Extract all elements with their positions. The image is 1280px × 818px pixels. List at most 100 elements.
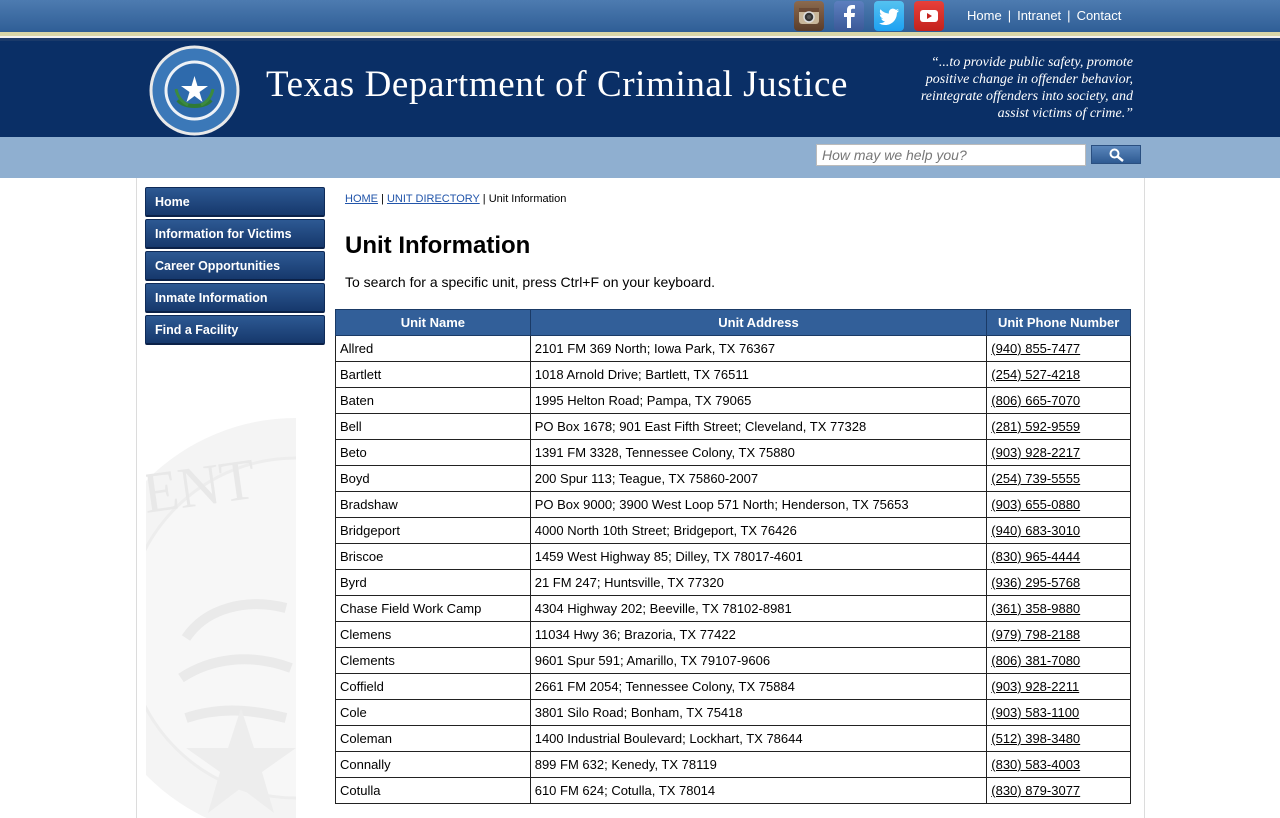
unit-name-cell: Bridgeport	[335, 517, 531, 544]
youtube-icon[interactable]	[914, 1, 944, 31]
table-row: Clements 9601 Spur 591; Amarillo, TX 7910…	[335, 647, 1131, 674]
table-row: Coffield 2661 FM 2054; Tennessee Colony, …	[335, 673, 1131, 700]
unit-address-cell: PO Box 9000; 3900 West Loop 571 North; H…	[529, 491, 988, 518]
sidebar-item-find-facility[interactable]: Find a Facility	[145, 315, 325, 345]
phone-link[interactable]: (281) 592-9559	[991, 419, 1080, 434]
unit-phone-cell: (903) 583-1100	[986, 699, 1131, 726]
unit-address-cell: PO Box 1678; 901 East Fifth Street; Clev…	[529, 413, 988, 440]
search-button[interactable]	[1091, 145, 1141, 164]
breadcrumb-separator: |	[381, 193, 384, 205]
phone-link[interactable]: (830) 583-4003	[991, 757, 1080, 772]
top-link-contact[interactable]: Contact	[1077, 8, 1122, 23]
unit-address-cell: 3801 Silo Road; Bonham, TX 75418	[529, 699, 988, 726]
unit-address-cell: 9601 Spur 591; Amarillo, TX 79107-9606	[529, 647, 988, 674]
phone-link[interactable]: (936) 295-5768	[991, 575, 1080, 590]
agency-seal-icon[interactable]	[148, 44, 241, 137]
unit-phone-cell: (936) 295-5768	[986, 569, 1131, 596]
unit-name-cell: Clemens	[335, 621, 531, 648]
unit-phone-cell: (830) 965-4444	[986, 543, 1131, 570]
unit-phone-cell: (806) 665-7070	[986, 387, 1131, 414]
column-header-unit-name: Unit Name	[335, 309, 531, 336]
column-header-unit-address: Unit Address	[529, 309, 988, 336]
unit-phone-cell: (940) 683-3010	[986, 517, 1131, 544]
magnifier-icon	[1109, 148, 1124, 162]
unit-name-cell: Coleman	[335, 725, 531, 752]
breadcrumb-home-link[interactable]: HOME	[345, 193, 378, 205]
sidebar-item-victims[interactable]: Information for Victims	[145, 219, 325, 249]
phone-link[interactable]: (903) 928-2217	[991, 445, 1080, 460]
unit-address-cell: 899 FM 632; Kenedy, TX 78119	[529, 751, 988, 778]
phone-link[interactable]: (254) 527-4218	[991, 367, 1080, 382]
header-divider	[0, 32, 1280, 41]
unit-phone-cell: (512) 398-3480	[986, 725, 1131, 752]
phone-link[interactable]: (979) 798-2188	[991, 627, 1080, 642]
table-row: Bradshaw PO Box 9000; 3900 West Loop 571 …	[335, 491, 1131, 518]
breadcrumb: HOME | UNIT DIRECTORY | Unit Information	[345, 193, 566, 205]
unit-address-cell: 21 FM 247; Huntsville, TX 77320	[529, 569, 988, 596]
unit-name-cell: Bartlett	[335, 361, 531, 388]
unit-address-cell: 2661 FM 2054; Tennessee Colony, TX 75884	[529, 673, 988, 700]
unit-address-cell: 4000 North 10th Street; Bridgeport, TX 7…	[529, 517, 988, 544]
phone-link[interactable]: (830) 965-4444	[991, 549, 1080, 564]
table-row: Bridgeport 4000 North 10th Street; Bridge…	[335, 517, 1131, 544]
phone-link[interactable]: (806) 665-7070	[991, 393, 1080, 408]
table-row: Connally 899 FM 632; Kenedy, TX 78119 (830…	[335, 751, 1131, 778]
column-header-unit-phone: Unit Phone Number	[986, 309, 1131, 336]
unit-address-cell: 1995 Helton Road; Pampa, TX 79065	[529, 387, 988, 414]
table-row: Baten 1995 Helton Road; Pampa, TX 79065 (8…	[335, 387, 1131, 414]
unit-name-cell: Baten	[335, 387, 531, 414]
phone-link[interactable]: (940) 683-3010	[991, 523, 1080, 538]
unit-phone-cell: (903) 655-0880	[986, 491, 1131, 518]
unit-address-cell: 11034 Hwy 36; Brazoria, TX 77422	[529, 621, 988, 648]
table-row: Briscoe 1459 West Highway 85; Dilley, TX …	[335, 543, 1131, 570]
sidebar-item-home[interactable]: Home	[145, 187, 325, 217]
top-link-separator: |	[1067, 8, 1071, 23]
phone-link[interactable]: (806) 381-7080	[991, 653, 1080, 668]
table-row: Chase Field Work Camp 4304 Highway 202; B…	[335, 595, 1131, 622]
unit-name-cell: Byrd	[335, 569, 531, 596]
table-header-row: Unit Name Unit Address Unit Phone Number	[335, 309, 1131, 336]
phone-link[interactable]: (361) 358-9880	[991, 601, 1080, 616]
unit-address-cell: 1400 Industrial Boulevard; Lockhart, TX …	[529, 725, 988, 752]
unit-phone-cell: (254) 739-5555	[986, 465, 1131, 492]
unit-phone-cell: (940) 855-7477	[986, 335, 1131, 362]
top-link-home[interactable]: Home	[967, 8, 1002, 23]
instagram-icon[interactable]	[794, 1, 824, 31]
page-intro: To search for a specific unit, press Ctr…	[345, 274, 715, 290]
breadcrumb-current: Unit Information	[488, 193, 567, 205]
unit-name-cell: Clements	[335, 647, 531, 674]
unit-name-cell: Connally	[335, 751, 531, 778]
top-bar: Home | Intranet | Contact	[0, 0, 1280, 32]
unit-address-cell: 200 Spur 113; Teague, TX 75860-2007	[529, 465, 988, 492]
unit-table-body: Allred 2101 FM 369 North; Iowa Park, TX 7…	[335, 335, 1131, 804]
unit-phone-cell: (903) 928-2217	[986, 439, 1131, 466]
agency-title[interactable]: Texas Department of Criminal Justice	[266, 63, 848, 106]
sidebar-nav: Home Information for Victims Career Oppo…	[145, 187, 325, 347]
unit-name-cell: Cole	[335, 699, 531, 726]
sidebar-item-inmate-info[interactable]: Inmate Information	[145, 283, 325, 313]
phone-link[interactable]: (903) 583-1100	[991, 705, 1079, 720]
unit-phone-cell: (903) 928-2211	[986, 673, 1131, 700]
phone-link[interactable]: (903) 655-0880	[991, 497, 1080, 512]
unit-name-cell: Bell	[335, 413, 531, 440]
phone-link[interactable]: (512) 398-3480	[991, 731, 1080, 746]
unit-name-cell: Beto	[335, 439, 531, 466]
sidebar-item-careers[interactable]: Career Opportunities	[145, 251, 325, 281]
unit-phone-cell: (254) 527-4218	[986, 361, 1131, 388]
phone-link[interactable]: (940) 855-7477	[991, 341, 1080, 356]
phone-link[interactable]: (254) 739-5555	[991, 471, 1080, 486]
facebook-icon[interactable]	[834, 1, 864, 31]
table-row: Clemens 11034 Hwy 36; Brazoria, TX 77422(…	[335, 621, 1131, 648]
top-link-intranet[interactable]: Intranet	[1017, 8, 1061, 23]
unit-name-cell: Boyd	[335, 465, 531, 492]
phone-link[interactable]: (830) 879-3077	[991, 783, 1080, 798]
seal-watermark: ENT	[146, 418, 296, 818]
table-row: Allred 2101 FM 369 North; Iowa Park, TX 7…	[335, 335, 1131, 362]
phone-link[interactable]: (903) 928-2211	[991, 679, 1079, 694]
table-row: Bell PO Box 1678; 901 East Fifth Street; …	[335, 413, 1131, 440]
twitter-icon[interactable]	[874, 1, 904, 31]
search-input[interactable]	[816, 144, 1086, 166]
site-header: Texas Department of Criminal Justice “..…	[0, 41, 1280, 137]
breadcrumb-directory-link[interactable]: UNIT DIRECTORY	[387, 193, 480, 205]
unit-phone-cell: (361) 358-9880	[986, 595, 1131, 622]
